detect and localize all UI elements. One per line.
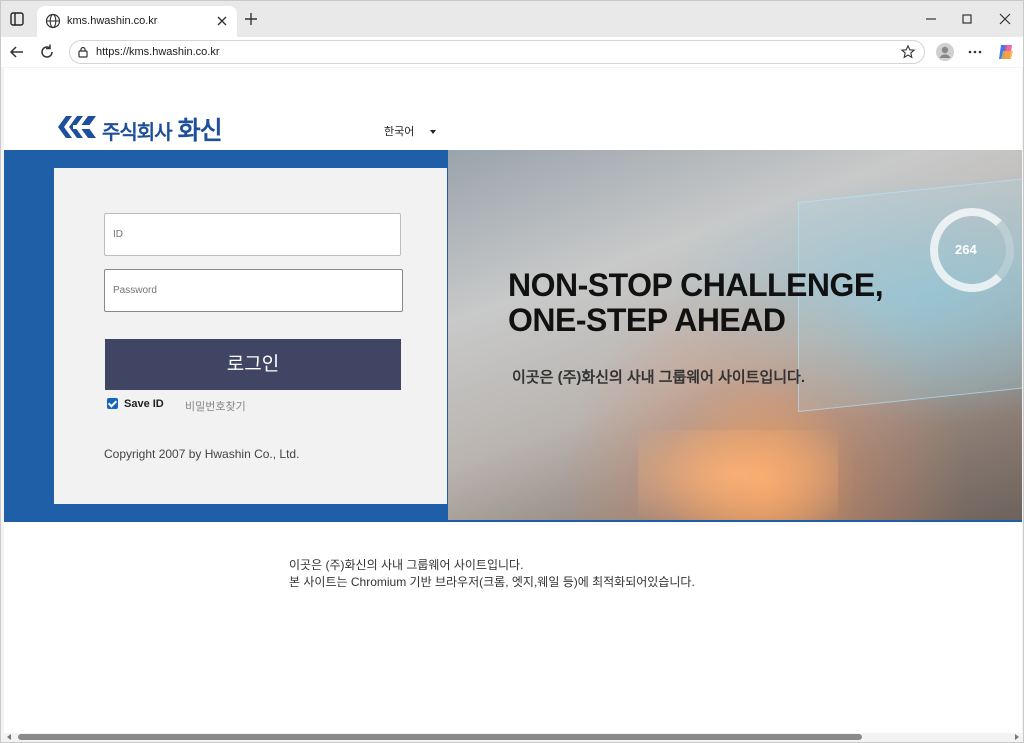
star-icon[interactable] xyxy=(900,44,916,60)
company-logo[interactable]: 주식회사 화신 xyxy=(56,110,228,145)
tab-actions-icon[interactable] xyxy=(7,9,27,29)
copilot-icon[interactable] xyxy=(996,42,1016,62)
login-button[interactable]: 로그인 xyxy=(105,339,401,390)
close-window-icon[interactable] xyxy=(996,10,1014,28)
hero-headline-line1: NON-STOP CHALLENGE, xyxy=(508,267,884,303)
minimize-icon[interactable] xyxy=(922,10,940,28)
login-form: 로그인 Save ID 비밀번호찾기 Copyright 2007 by Hwa… xyxy=(54,168,447,504)
tab-title: kms.hwashin.co.kr xyxy=(67,15,158,27)
save-id-label[interactable]: Save ID xyxy=(124,398,164,410)
profile-icon[interactable] xyxy=(935,42,955,62)
hero-glow xyxy=(638,430,838,520)
hero-subtitle: 이곳은 (주)화신의 사내 그룹웨어 사이트입니다. xyxy=(512,369,806,386)
maximize-icon[interactable] xyxy=(958,10,976,28)
notice-line-2: 본 사이트는 Chromium 기반 브라우저(크롬, 엣지,웨일 등)에 최적… xyxy=(289,575,695,589)
horizontal-scrollbar[interactable] xyxy=(4,733,1022,741)
language-label: 한국어 xyxy=(384,126,415,138)
language-select[interactable]: 한국어 xyxy=(384,123,437,139)
reload-icon[interactable] xyxy=(37,42,57,62)
tab-strip: kms.hwashin.co.kr xyxy=(1,1,1023,37)
hero-headline: NON-STOP CHALLENGE, ONE-STEP AHEAD xyxy=(508,267,884,338)
lock-icon[interactable] xyxy=(76,45,90,59)
browser-tab[interactable]: kms.hwashin.co.kr xyxy=(37,6,237,37)
logo-name: 화신 xyxy=(177,117,223,145)
id-input[interactable] xyxy=(104,213,401,256)
more-icon[interactable] xyxy=(965,42,985,62)
logo-prefix: 주식회사 xyxy=(102,122,173,144)
site-notice: 이곳은 (주)화신의 사내 그룹웨어 사이트입니다. 본 사이트는 Chromi… xyxy=(289,557,695,591)
hero-banner: 264 NON-STOP CHALLENGE, ONE-STEP AHEAD 이… xyxy=(448,150,1022,520)
back-arrow-icon[interactable] xyxy=(7,42,27,62)
globe-icon xyxy=(45,13,61,29)
scroll-left-icon[interactable] xyxy=(7,734,11,740)
password-input[interactable] xyxy=(104,269,403,312)
hud-gauge-value: 264 xyxy=(955,242,977,257)
close-icon[interactable] xyxy=(215,14,229,28)
save-id-checkbox[interactable] xyxy=(107,398,118,409)
notice-line-1: 이곳은 (주)화신의 사내 그룹웨어 사이트입니다. xyxy=(289,558,524,572)
scroll-right-icon[interactable] xyxy=(1015,734,1019,740)
find-password-link[interactable]: 비밀번호찾기 xyxy=(185,398,246,414)
hero-band: 264 NON-STOP CHALLENGE, ONE-STEP AHEAD 이… xyxy=(4,150,1022,522)
address-bar[interactable]: https://kms.hwashin.co.kr xyxy=(69,40,925,64)
scrollbar-thumb[interactable] xyxy=(18,734,862,740)
browser-window: kms.hwashin.co.kr https://kms.hwashin.co… xyxy=(0,0,1024,743)
plus-icon[interactable] xyxy=(242,10,260,28)
chevron-down-icon xyxy=(430,130,437,135)
hero-headline-line2: ONE-STEP AHEAD xyxy=(508,302,786,338)
page-viewport: 주식회사 화신 한국어 264 NON-STOP CHALLENGE, ONE-… xyxy=(4,68,1022,734)
url-text: https://kms.hwashin.co.kr xyxy=(96,46,220,58)
browser-toolbar: https://kms.hwashin.co.kr xyxy=(1,37,1023,67)
copyright-text: Copyright 2007 by Hwashin Co., Ltd. xyxy=(104,447,300,461)
